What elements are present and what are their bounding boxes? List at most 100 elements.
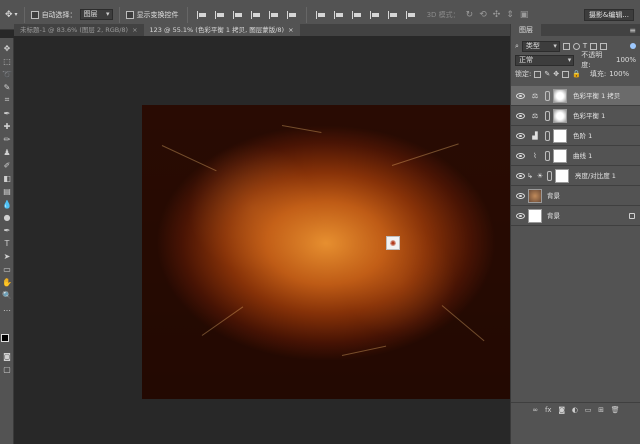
layer-name[interactable]: 背景 bbox=[547, 206, 560, 226]
layer-thumbnail[interactable] bbox=[528, 209, 542, 223]
lock-artboard-icon[interactable] bbox=[562, 70, 570, 78]
lasso-tool-icon[interactable]: ➰ bbox=[1, 68, 13, 80]
lock-transparent-icon[interactable] bbox=[534, 70, 542, 78]
eye-icon[interactable] bbox=[516, 173, 525, 179]
shape-filter-icon[interactable] bbox=[590, 42, 598, 50]
layer-name[interactable]: 色阶 1 bbox=[573, 126, 592, 146]
clone-stamp-tool-icon[interactable]: ♟ bbox=[1, 146, 13, 158]
layer-name[interactable]: 色彩平衡 1 拷贝 bbox=[573, 86, 620, 106]
history-brush-tool-icon[interactable]: ✐ bbox=[1, 159, 13, 171]
layer-row[interactable]: ↳ ☀ 亮度/对比度 1 bbox=[511, 166, 640, 186]
quick-mask-icon[interactable]: ◙ bbox=[1, 350, 13, 362]
3d-roll-icon[interactable]: ⟲ bbox=[479, 10, 487, 20]
link-icon[interactable] bbox=[545, 151, 550, 161]
align-top-icon[interactable] bbox=[250, 10, 262, 20]
fx-icon[interactable]: fx bbox=[545, 406, 552, 414]
align-center-icon[interactable] bbox=[214, 10, 226, 20]
align-bottom-icon[interactable] bbox=[286, 10, 298, 20]
link-icon[interactable] bbox=[545, 111, 550, 121]
3d-pan-icon[interactable]: ✣ bbox=[493, 10, 501, 20]
layer-row[interactable]: ⚖ 色彩平衡 1 拷贝 bbox=[511, 86, 640, 106]
layer-mask-thumbnail[interactable] bbox=[553, 149, 567, 163]
gradient-tool-icon[interactable]: ▤ bbox=[1, 185, 13, 197]
adjustment-icon[interactable]: ◐ bbox=[572, 406, 578, 414]
layer-row[interactable]: 背景 bbox=[511, 186, 640, 206]
blend-mode-dropdown[interactable]: 正常 bbox=[515, 54, 575, 66]
dodge-tool-icon[interactable]: ● bbox=[1, 211, 13, 223]
layers-panel-tab[interactable]: 图层 bbox=[511, 24, 541, 36]
link-icon[interactable] bbox=[547, 171, 552, 181]
move-tool-icon[interactable]: ✥ bbox=[5, 10, 13, 20]
distribute-right-icon[interactable] bbox=[405, 10, 417, 20]
lock-position-icon[interactable]: ✥ bbox=[553, 70, 559, 78]
filter-type-dropdown[interactable]: 类型 bbox=[521, 40, 560, 52]
align-middle-icon[interactable] bbox=[268, 10, 280, 20]
distribute-top-icon[interactable] bbox=[315, 10, 327, 20]
link-icon[interactable] bbox=[545, 131, 550, 141]
close-icon[interactable]: × bbox=[288, 26, 293, 34]
eye-icon[interactable] bbox=[516, 193, 525, 199]
hand-tool-icon[interactable]: ✋ bbox=[1, 276, 13, 288]
shape-tool-icon[interactable]: ▭ bbox=[1, 263, 13, 275]
link-icon[interactable] bbox=[545, 91, 550, 101]
auto-select-checkbox[interactable] bbox=[30, 10, 39, 19]
new-layer-icon[interactable]: ⊞ bbox=[598, 406, 604, 414]
3d-rotate-icon[interactable]: ↻ bbox=[466, 10, 474, 20]
lock-pixels-icon[interactable]: ✎ bbox=[544, 70, 550, 78]
type-tool-icon[interactable]: T bbox=[1, 237, 13, 249]
distribute-bottom-icon[interactable] bbox=[351, 10, 363, 20]
eye-icon[interactable] bbox=[516, 93, 525, 99]
close-icon[interactable]: × bbox=[132, 26, 137, 34]
layer-name[interactable]: 曲线 1 bbox=[573, 146, 592, 166]
fill-value[interactable]: 100% bbox=[609, 70, 629, 78]
healing-brush-tool-icon[interactable]: ✚ bbox=[1, 120, 13, 132]
foreground-color-swatch[interactable] bbox=[1, 334, 9, 342]
workspace-switcher-button[interactable]: 摄影&编辑... bbox=[583, 9, 634, 21]
pen-tool-icon[interactable]: ✒ bbox=[1, 224, 13, 236]
eye-icon[interactable] bbox=[516, 113, 525, 119]
group-icon[interactable]: ▭ bbox=[585, 406, 592, 414]
layer-mask-thumbnail[interactable] bbox=[553, 89, 567, 103]
trash-icon[interactable]: 🗑 bbox=[611, 406, 620, 414]
distribute-left-icon[interactable] bbox=[369, 10, 381, 20]
panel-menu-icon[interactable]: ≡ bbox=[629, 26, 636, 35]
path-select-tool-icon[interactable]: ➤ bbox=[1, 250, 13, 262]
lock-all-icon[interactable]: 🔒 bbox=[572, 70, 581, 78]
adjustment-filter-icon[interactable] bbox=[572, 42, 580, 50]
move-tool-icon[interactable]: ✥ bbox=[1, 42, 13, 54]
align-left-icon[interactable] bbox=[196, 10, 208, 20]
layer-row[interactable]: 背景 bbox=[511, 206, 640, 226]
type-filter-icon[interactable]: T bbox=[583, 42, 587, 50]
layer-name[interactable]: 色彩平衡 1 bbox=[573, 106, 605, 126]
blur-tool-icon[interactable]: 💧 bbox=[1, 198, 13, 210]
screen-mode-icon[interactable]: ▢ bbox=[1, 363, 13, 375]
layer-mask-thumbnail[interactable] bbox=[555, 169, 569, 183]
transform-controls-checkbox[interactable] bbox=[125, 10, 134, 19]
eye-icon[interactable] bbox=[516, 133, 525, 139]
3d-scale-icon[interactable]: ▣ bbox=[520, 10, 529, 20]
tab-untitled-1[interactable]: 未标题-1 @ 83.6% (图层 2, RGB/8) × bbox=[14, 24, 144, 36]
eraser-tool-icon[interactable]: ◧ bbox=[1, 172, 13, 184]
brush-tool-icon[interactable]: ✏ bbox=[1, 133, 13, 145]
link-icon[interactable]: ∞ bbox=[532, 406, 538, 414]
tab-123[interactable]: 123 @ 55.1% (色彩平衡 1 拷贝, 图层蒙版/8) × bbox=[143, 24, 300, 36]
filter-toggle-icon[interactable] bbox=[630, 43, 636, 49]
layer-mask-thumbnail[interactable] bbox=[553, 109, 567, 123]
eye-icon[interactable] bbox=[516, 213, 525, 219]
more-tools-icon[interactable]: … bbox=[1, 302, 13, 314]
align-right-icon[interactable] bbox=[232, 10, 244, 20]
pixel-filter-icon[interactable] bbox=[562, 42, 570, 50]
crop-tool-icon[interactable]: ⌗ bbox=[1, 94, 13, 106]
distribute-middle-icon[interactable] bbox=[333, 10, 345, 20]
layer-name[interactable]: 背景 bbox=[547, 186, 560, 206]
layer-row[interactable]: ⌇ 曲线 1 bbox=[511, 146, 640, 166]
zoom-tool-icon[interactable]: 🔍 bbox=[1, 289, 13, 301]
smart-object-filter-icon[interactable] bbox=[600, 42, 608, 50]
eyedropper-tool-icon[interactable]: ✒ bbox=[1, 107, 13, 119]
layer-row[interactable]: ⚖ 色彩平衡 1 bbox=[511, 106, 640, 126]
quick-select-tool-icon[interactable]: ✎ bbox=[1, 81, 13, 93]
layer-mask-thumbnail[interactable] bbox=[553, 129, 567, 143]
mask-icon[interactable]: ◙ bbox=[558, 406, 565, 414]
eye-icon[interactable] bbox=[516, 153, 525, 159]
opacity-value[interactable]: 100% bbox=[616, 56, 636, 64]
